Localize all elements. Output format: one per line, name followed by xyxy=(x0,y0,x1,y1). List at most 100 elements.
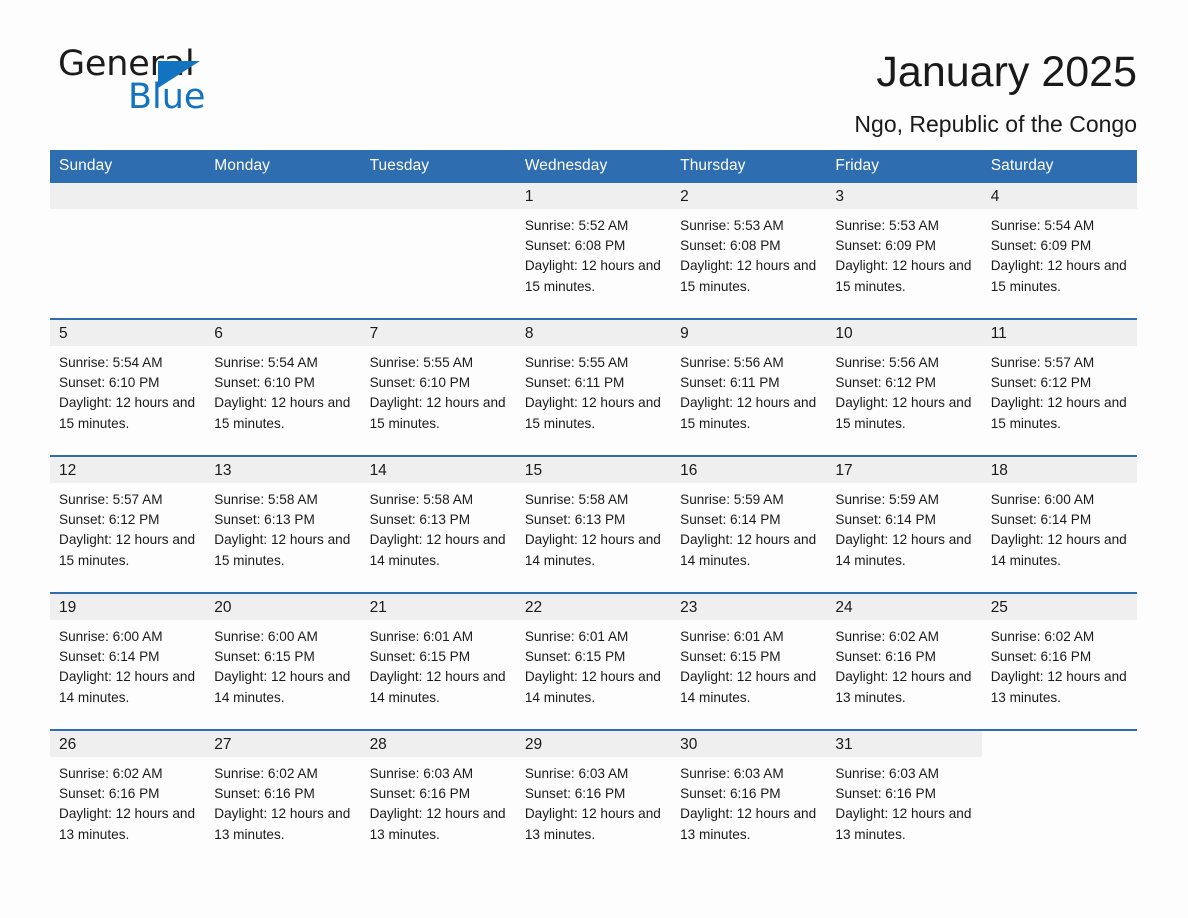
day-cell[interactable]: 31 Sunrise: 6:03 AM Sunset: 6:16 PM Dayligh… xyxy=(826,731,982,866)
day-cell[interactable]: 5 Sunrise: 5:54 AM Sunset: 6:10 PM Daylight… xyxy=(50,320,206,455)
day-details: Sunrise: 6:01 AM Sunset: 6:15 PM Daylight:… xyxy=(361,620,516,708)
day-cell[interactable]: 1 Sunrise: 5:52 AM Sunset: 6:08 PM Daylight… xyxy=(515,183,672,318)
day-number: 23 xyxy=(671,594,827,620)
sunrise-text: Sunrise: 5:56 AM xyxy=(680,355,784,370)
day-cell[interactable]: 2 Sunrise: 5:53 AM Sunset: 6:08 PM Daylight… xyxy=(671,183,827,318)
daylight-text: Daylight: 12 hours and 13 minutes. xyxy=(835,669,972,705)
day-details: Sunrise: 6:03 AM Sunset: 6:16 PM Daylight:… xyxy=(671,757,826,845)
day-number: 12 xyxy=(50,457,206,483)
day-cell[interactable]: 9 Sunrise: 5:56 AM Sunset: 6:11 PM Daylight… xyxy=(671,320,827,455)
calendar-week-row: 1 Sunrise: 5:52 AM Sunset: 6:08 PM Daylight… xyxy=(50,183,1137,319)
day-cell[interactable]: 24 Sunrise: 6:02 AM Sunset: 6:16 PM Dayligh… xyxy=(826,594,982,729)
calendar-cell-day-29: 29 Sunrise: 6:03 AM Sunset: 6:16 PM Dayligh… xyxy=(515,729,672,866)
day-details: Sunrise: 5:53 AM Sunset: 6:09 PM Daylight:… xyxy=(826,209,981,297)
calendar-cell-day-13: 13 Sunrise: 5:58 AM Sunset: 6:13 PM Dayligh… xyxy=(205,455,361,593)
day-cell[interactable]: 28 Sunrise: 6:03 AM Sunset: 6:16 PM Dayligh… xyxy=(360,731,516,866)
daylight-text: Daylight: 12 hours and 15 minutes. xyxy=(990,395,1127,431)
day-cell[interactable]: 15 Sunrise: 5:58 AM Sunset: 6:13 PM Dayligh… xyxy=(515,457,672,592)
day-cell[interactable]: 23 Sunrise: 6:01 AM Sunset: 6:15 PM Dayligh… xyxy=(671,594,827,729)
sunrise-text: Sunrise: 5:55 AM xyxy=(524,355,629,370)
calendar-cell-day-8: 8 Sunrise: 5:55 AM Sunset: 6:11 PM Daylight… xyxy=(515,318,672,456)
day-cell[interactable]: 7 Sunrise: 5:55 AM Sunset: 6:10 PM Daylight… xyxy=(360,320,516,455)
day-number: 1 xyxy=(515,183,672,209)
sunset-text: Sunset: 6:12 PM xyxy=(990,375,1092,391)
calendar-cell-day-5: 5 Sunrise: 5:54 AM Sunset: 6:10 PM Daylight… xyxy=(50,318,206,456)
day-details: Sunrise: 5:53 AM Sunset: 6:08 PM Daylight:… xyxy=(671,209,826,297)
sunset-text: Sunset: 6:14 PM xyxy=(990,512,1092,528)
day-details: Sunrise: 5:58 AM Sunset: 6:13 PM Daylight:… xyxy=(205,483,360,571)
sunrise-text: Sunrise: 6:03 AM xyxy=(680,766,784,781)
sunset-text: Sunset: 6:13 PM xyxy=(369,512,471,528)
day-cell[interactable]: 3 Sunrise: 5:53 AM Sunset: 6:09 PM Daylight… xyxy=(826,183,982,318)
sunset-text: Sunset: 6:11 PM xyxy=(524,375,625,391)
day-cell[interactable]: 4 Sunrise: 5:54 AM Sunset: 6:09 PM Daylight… xyxy=(981,183,1137,318)
day-details: Sunrise: 5:56 AM Sunset: 6:12 PM Daylight:… xyxy=(826,346,981,434)
day-number: 3 xyxy=(826,183,982,209)
day-number: 26 xyxy=(50,731,206,757)
sunrise-text: Sunrise: 5:59 AM xyxy=(680,492,784,507)
day-number: 25 xyxy=(981,594,1137,620)
day-number: 11 xyxy=(981,320,1137,346)
sunset-text: Sunset: 6:09 PM xyxy=(835,238,936,254)
day-cell[interactable]: 8 Sunrise: 5:55 AM Sunset: 6:11 PM Daylight… xyxy=(515,320,672,455)
sunrise-text: Sunrise: 6:02 AM xyxy=(990,629,1095,644)
day-cell[interactable]: 25 Sunrise: 6:02 AM Sunset: 6:16 PM Dayligh… xyxy=(981,594,1137,729)
day-details: Sunrise: 6:02 AM Sunset: 6:16 PM Daylight:… xyxy=(50,757,205,845)
daylight-text: Daylight: 12 hours and 14 minutes. xyxy=(680,669,817,705)
daylight-text: Daylight: 12 hours and 15 minutes. xyxy=(680,395,817,431)
day-cell[interactable]: 22 Sunrise: 6:01 AM Sunset: 6:15 PM Dayligh… xyxy=(515,594,672,729)
day-cell[interactable]: 18 Sunrise: 6:00 AM Sunset: 6:14 PM Dayligh… xyxy=(981,457,1137,592)
sunset-text: Sunset: 6:14 PM xyxy=(680,512,781,528)
calendar-cell-day-15: 15 Sunrise: 5:58 AM Sunset: 6:13 PM Dayligh… xyxy=(515,455,672,593)
weekday-header-saturday: Saturday xyxy=(981,150,1137,183)
day-number: 31 xyxy=(826,731,982,757)
day-cell[interactable]: 26 Sunrise: 6:02 AM Sunset: 6:16 PM Dayligh… xyxy=(50,731,206,866)
calendar-week-row: 5 Sunrise: 5:54 AM Sunset: 6:10 PM Daylight… xyxy=(50,318,1137,456)
day-cell[interactable]: 29 Sunrise: 6:03 AM Sunset: 6:16 PM Dayligh… xyxy=(515,731,672,866)
day-cell[interactable]: 19 Sunrise: 6:00 AM Sunset: 6:14 PM Dayligh… xyxy=(50,594,206,729)
calendar-table: Sunday Monday Tuesday Wednesday Thursday… xyxy=(50,150,1137,866)
day-cell[interactable]: 20 Sunrise: 6:00 AM Sunset: 6:15 PM Dayligh… xyxy=(205,594,361,729)
sunrise-text: Sunrise: 5:58 AM xyxy=(369,492,474,507)
day-cell[interactable]: 13 Sunrise: 5:58 AM Sunset: 6:13 PM Dayligh… xyxy=(205,457,361,592)
day-number: 16 xyxy=(671,457,827,483)
day-number: 17 xyxy=(826,457,982,483)
sunrise-text: Sunrise: 6:00 AM xyxy=(214,629,318,644)
day-number: 21 xyxy=(360,594,516,620)
sunset-text: Sunset: 6:13 PM xyxy=(524,512,626,528)
daylight-text: Daylight: 12 hours and 14 minutes. xyxy=(524,669,661,705)
sunrise-text: Sunrise: 5:57 AM xyxy=(59,492,163,507)
calendar-cell-empty xyxy=(360,183,516,319)
calendar-cell-day-9: 9 Sunrise: 5:56 AM Sunset: 6:11 PM Daylight… xyxy=(671,318,827,456)
sunset-text: Sunset: 6:08 PM xyxy=(524,238,626,254)
sunset-text: Sunset: 6:16 PM xyxy=(369,786,471,802)
calendar-cell-day-21: 21 Sunrise: 6:01 AM Sunset: 6:15 PM Dayligh… xyxy=(360,592,516,730)
day-cell[interactable]: 21 Sunrise: 6:01 AM Sunset: 6:15 PM Dayligh… xyxy=(360,594,516,729)
day-details: Sunrise: 6:03 AM Sunset: 6:16 PM Daylight:… xyxy=(826,757,981,845)
day-cell[interactable]: 30 Sunrise: 6:03 AM Sunset: 6:16 PM Dayligh… xyxy=(671,731,827,866)
day-cell[interactable]: 10 Sunrise: 5:56 AM Sunset: 6:12 PM Dayligh… xyxy=(826,320,982,455)
day-cell[interactable]: 6 Sunrise: 5:54 AM Sunset: 6:10 PM Daylight… xyxy=(205,320,361,455)
day-number: 4 xyxy=(981,183,1137,209)
day-cell[interactable]: 27 Sunrise: 6:02 AM Sunset: 6:16 PM Dayligh… xyxy=(205,731,361,866)
calendar-cell-day-11: 11 Sunrise: 5:57 AM Sunset: 6:12 PM Dayligh… xyxy=(981,318,1137,456)
daylight-text: Daylight: 12 hours and 14 minutes. xyxy=(680,532,817,568)
calendar-cell-day-28: 28 Sunrise: 6:03 AM Sunset: 6:16 PM Dayligh… xyxy=(360,729,516,866)
day-number: 18 xyxy=(981,457,1137,483)
daylight-text: Daylight: 12 hours and 13 minutes. xyxy=(369,806,506,842)
daylight-text: Daylight: 12 hours and 13 minutes. xyxy=(524,806,661,842)
calendar-cell-day-14: 14 Sunrise: 5:58 AM Sunset: 6:13 PM Dayligh… xyxy=(360,455,516,593)
day-cell[interactable]: 16 Sunrise: 5:59 AM Sunset: 6:14 PM Dayligh… xyxy=(671,457,827,592)
calendar-cell-day-12: 12 Sunrise: 5:57 AM Sunset: 6:12 PM Dayligh… xyxy=(50,455,206,593)
day-cell[interactable]: 14 Sunrise: 5:58 AM Sunset: 6:13 PM Dayligh… xyxy=(360,457,516,592)
daylight-text: Daylight: 12 hours and 15 minutes. xyxy=(680,258,817,294)
general-blue-logo[interactable]: General Blue xyxy=(58,44,228,117)
sunrise-text: Sunrise: 6:03 AM xyxy=(369,766,474,781)
day-number: 22 xyxy=(515,594,672,620)
calendar-week-row: 26 Sunrise: 6:02 AM Sunset: 6:16 PM Dayligh… xyxy=(50,729,1137,866)
day-cell[interactable]: 17 Sunrise: 5:59 AM Sunset: 6:14 PM Dayligh… xyxy=(826,457,982,592)
day-number: 2 xyxy=(671,183,827,209)
day-cell[interactable]: 12 Sunrise: 5:57 AM Sunset: 6:12 PM Dayligh… xyxy=(50,457,206,592)
sunrise-text: Sunrise: 6:03 AM xyxy=(835,766,939,781)
day-cell[interactable]: 11 Sunrise: 5:57 AM Sunset: 6:12 PM Dayligh… xyxy=(981,320,1137,455)
